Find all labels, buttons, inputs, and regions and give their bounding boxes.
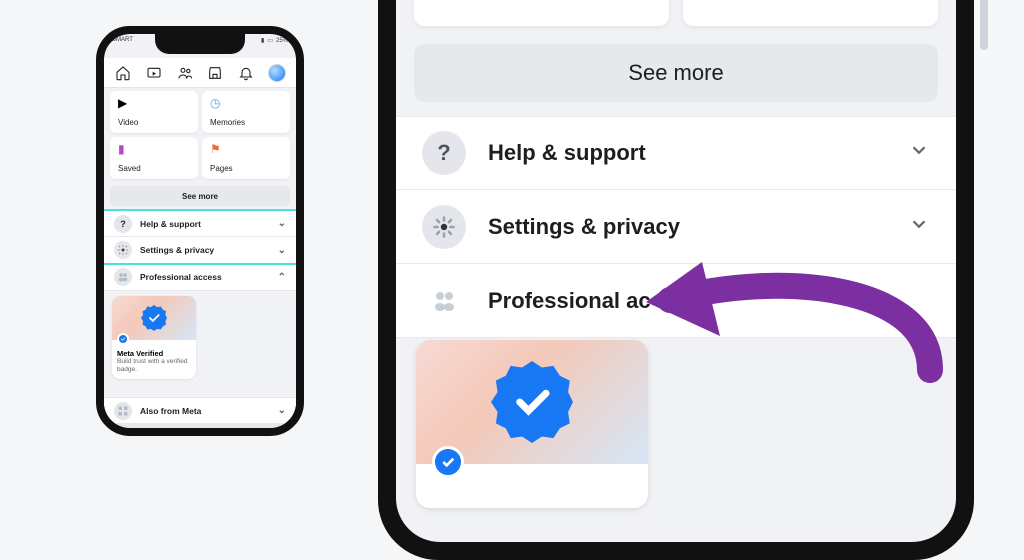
shortcut-label: Pages — [210, 164, 282, 173]
verified-badge-icon — [491, 361, 573, 443]
menu-settings-privacy-large[interactable]: Settings & privacy — [396, 190, 956, 264]
menu-professional-access[interactable]: Professional access ⌃ — [104, 264, 296, 291]
shortcuts-grid: ▶ Video ◷ Memories ▮ Saved ⚑ Pages — [110, 91, 290, 179]
logout-button[interactable]: Log out — [110, 424, 290, 436]
menu-label: Help & support — [140, 219, 201, 229]
logout-label: Log out — [185, 429, 214, 437]
people-icon — [422, 279, 466, 323]
shortcut-video[interactable]: ▶ Video — [110, 91, 198, 133]
menu-professional-access-large[interactable]: Professional ac — [396, 264, 956, 338]
chevron-down-icon: ⌄ — [278, 245, 286, 256]
menu-help-support-large[interactable]: ? Help & support — [396, 116, 956, 190]
question-icon: ? — [422, 131, 466, 175]
chevron-down-icon — [908, 139, 930, 167]
shortcut-pages-large[interactable]: Pages — [683, 0, 938, 26]
clock-icon: ◷ — [210, 97, 282, 109]
menu-label: Professional ac — [488, 288, 651, 314]
shortcut-label: Memories — [210, 118, 282, 127]
signal-icon: ▮ — [261, 37, 264, 44]
chevron-down-icon — [908, 213, 930, 241]
chevron-up-icon: ⌃ — [278, 272, 286, 283]
verified-mini-badge-icon — [117, 333, 129, 345]
battery-icon: ▭ — [267, 37, 273, 44]
top-nav — [104, 58, 296, 88]
profile-icon[interactable] — [268, 64, 286, 82]
battery-level: 25% — [276, 38, 288, 44]
chevron-down-icon: ⌄ — [278, 405, 286, 416]
menu-help-support[interactable]: ? Help & support ⌄ — [104, 210, 296, 237]
large-shortcut-row: Saved Pages — [396, 0, 956, 46]
video-play-icon: ▶ — [118, 97, 190, 109]
verified-mini-badge-icon — [432, 446, 464, 478]
shortcut-saved[interactable]: ▮ Saved — [110, 137, 198, 179]
see-more-button[interactable]: See more — [110, 186, 290, 206]
menu-label: Also from Meta — [140, 406, 201, 416]
friends-icon[interactable] — [176, 64, 194, 82]
chevron-down-icon: ⌄ — [278, 218, 286, 229]
shortcut-memories[interactable]: ◷ Memories — [202, 91, 290, 133]
menu-also-meta: Also from Meta ⌄ — [104, 397, 296, 424]
see-more-label: See more — [628, 60, 723, 86]
meta-verified-desc: Build trust with a verified badge. — [117, 358, 191, 374]
shortcut-label: Video — [118, 118, 190, 127]
bell-icon[interactable] — [237, 64, 255, 82]
scrollbar[interactable] — [980, 0, 988, 50]
small-menu-list: ? Help & support ⌄ Settings & privacy ⌄ … — [104, 210, 296, 291]
see-more-label: See more — [182, 192, 218, 201]
flag-icon: ⚑ — [210, 143, 282, 155]
gear-icon — [114, 241, 132, 259]
meta-verified-title: Meta Verified — [117, 349, 191, 358]
see-more-button-large[interactable]: See more — [414, 44, 938, 102]
gear-icon — [422, 205, 466, 249]
small-phone-frame: SMART ▮ ▭ 25% ▶ Video ◷ Memor — [96, 26, 304, 436]
menu-also-from-meta[interactable]: Also from Meta ⌄ — [104, 397, 296, 424]
status-carrier: SMART — [112, 37, 133, 44]
meta-verified-card[interactable]: Meta Verified Build trust with a verifie… — [112, 296, 196, 379]
shortcut-label: Saved — [118, 164, 190, 173]
verified-badge-icon — [141, 305, 167, 331]
meta-verified-body — [416, 464, 648, 508]
menu-label: Settings & privacy — [488, 214, 680, 240]
tv-icon[interactable] — [145, 64, 163, 82]
meta-apps-icon — [114, 402, 132, 420]
bookmark-icon: ▮ — [118, 143, 190, 155]
shortcut-saved-large[interactable]: Saved — [414, 0, 669, 26]
meta-verified-card-large[interactable] — [416, 340, 648, 508]
menu-label: Professional access — [140, 272, 222, 282]
large-phone-frame: Saved Pages See more ? Help & support — [378, 0, 974, 560]
menu-label: Settings & privacy — [140, 245, 214, 255]
question-icon: ? — [114, 215, 132, 233]
large-menu-list: ? Help & support Settings & privacy — [396, 116, 956, 338]
shortcut-pages[interactable]: ⚑ Pages — [202, 137, 290, 179]
market-icon[interactable] — [206, 64, 224, 82]
people-icon — [114, 268, 132, 286]
phone-notch — [155, 34, 245, 54]
home-icon[interactable] — [114, 64, 132, 82]
menu-label: Help & support — [488, 140, 646, 166]
menu-settings-privacy[interactable]: Settings & privacy ⌄ — [104, 237, 296, 264]
